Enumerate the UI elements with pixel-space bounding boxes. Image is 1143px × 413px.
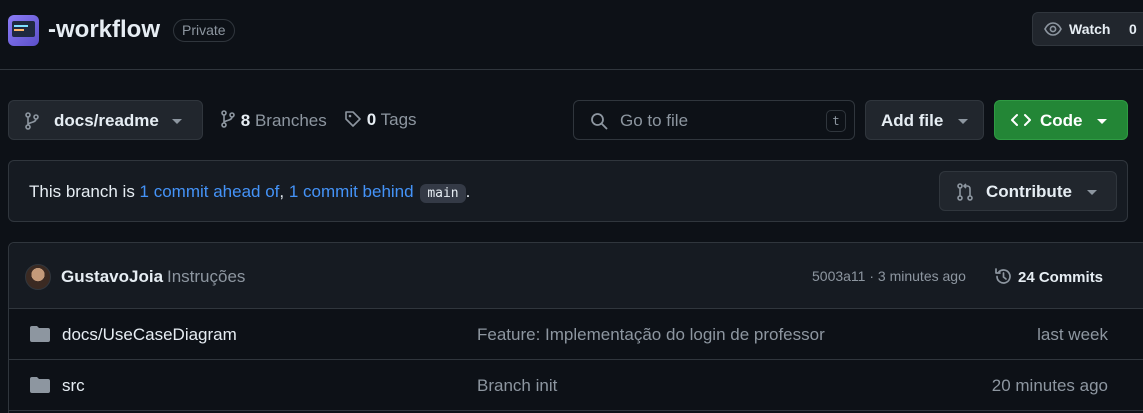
file-commit-message[interactable]: Feature: Implementação do login de profe… <box>477 325 825 345</box>
code-icon <box>1010 112 1032 133</box>
commits-count-label: 24 Commits <box>1018 269 1104 286</box>
folder-icon <box>29 376 51 399</box>
keyboard-shortcut-hint: t <box>826 110 846 132</box>
pull-request-icon <box>956 183 974 206</box>
latest-commit-bar: GustavoJoia Instruções 5003a11 · 3 minut… <box>9 243 1143 309</box>
visibility-badge: Private <box>173 19 235 42</box>
contribute-label: Contribute <box>986 182 1072 201</box>
branch-selector-button[interactable]: docs/readme <box>8 100 203 140</box>
commit-message[interactable]: Instruções <box>167 267 245 287</box>
add-file-label: Add file <box>881 111 944 130</box>
branches-count: 8 <box>240 111 251 130</box>
chevron-down-icon <box>172 119 182 124</box>
commits-behind-link[interactable]: 1 commit behind <box>289 182 414 201</box>
search-placeholder: Go to file <box>620 111 689 130</box>
commits-history-link[interactable]: 24 Commits <box>994 267 1103 286</box>
repo-header: -workflow Private Watch 0 <box>0 0 1143 70</box>
branch-status-banner: This branch is 1 commit ahead of, 1 comm… <box>8 160 1128 222</box>
tags-link[interactable]: 0 Tags <box>344 110 417 133</box>
code-label: Code <box>1040 111 1083 130</box>
file-name[interactable]: docs/UseCaseDiagram <box>62 325 237 345</box>
branch-status-text: This branch is 1 commit ahead of, 1 comm… <box>29 182 470 203</box>
branch-name: docs/readme <box>54 111 159 130</box>
tags-count: 0 <box>366 110 377 129</box>
contribute-button[interactable]: Contribute <box>939 171 1117 211</box>
repo-avatar-line <box>14 29 24 31</box>
tag-icon <box>344 111 367 132</box>
commits-ahead-link[interactable]: 1 commit ahead of <box>140 182 280 201</box>
chevron-down-icon <box>1087 190 1097 195</box>
branch-status-suffix: . <box>465 182 471 201</box>
branches-label: Branches <box>254 111 327 130</box>
watch-count: 0 <box>1129 21 1137 37</box>
go-to-file-input[interactable]: Go to file t <box>573 100 855 140</box>
git-branch-icon <box>24 112 40 135</box>
file-commit-age: 20 minutes ago <box>991 376 1108 395</box>
base-branch-label[interactable]: main <box>420 184 466 203</box>
file-commit-age: last week <box>1037 325 1108 344</box>
tags-label: Tags <box>380 110 417 129</box>
repo-name[interactable]: -workflow <box>48 16 160 44</box>
history-icon <box>994 268 1018 286</box>
folder-icon <box>29 325 51 348</box>
watch-button[interactable]: Watch 0 <box>1032 12 1143 46</box>
search-icon <box>590 112 608 135</box>
git-branch-icon <box>220 110 241 132</box>
branch-status-comma: , <box>279 182 289 201</box>
file-name[interactable]: src <box>62 376 85 396</box>
chevron-down-icon <box>1097 119 1107 124</box>
commit-author[interactable]: GustavoJoia <box>61 267 163 287</box>
chevron-down-icon <box>958 119 968 124</box>
file-commit-message[interactable]: Branch init <box>477 376 557 396</box>
add-file-button[interactable]: Add file <box>865 100 984 140</box>
branch-status-prefix: This branch is <box>29 182 140 201</box>
branches-link[interactable]: 8 Branches <box>220 110 327 133</box>
commit-hash-time[interactable]: 5003a11 · 3 minutes ago <box>812 268 966 284</box>
avatar[interactable] <box>25 264 51 290</box>
repo-avatar-line <box>14 25 28 27</box>
file-row[interactable]: src Branch init 20 minutes ago <box>9 360 1143 411</box>
file-browser: GustavoJoia Instruções 5003a11 · 3 minut… <box>8 242 1143 413</box>
code-button[interactable]: Code <box>994 100 1128 140</box>
eye-icon <box>1044 21 1062 40</box>
repo-avatar[interactable] <box>8 15 39 46</box>
watch-label: Watch <box>1069 21 1111 37</box>
file-row[interactable]: docs/UseCaseDiagram Feature: Implementaç… <box>9 309 1143 360</box>
